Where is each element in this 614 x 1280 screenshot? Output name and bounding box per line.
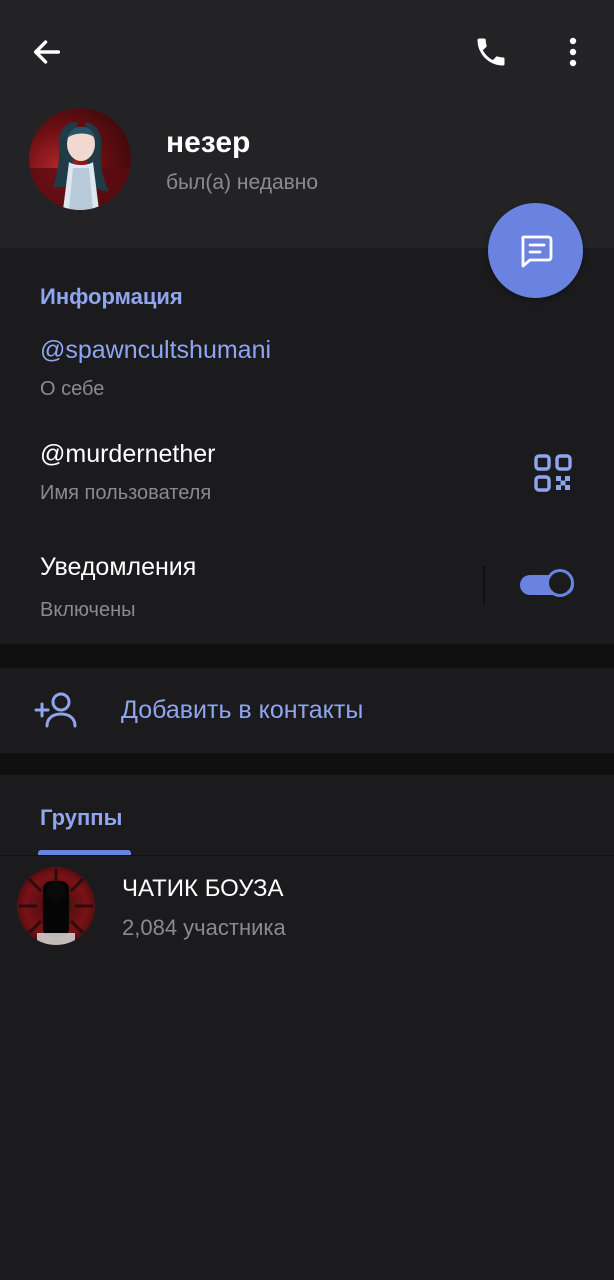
username-label: Имя пользователя: [40, 482, 212, 504]
more-vertical-icon: [569, 37, 577, 67]
notifications-toggle[interactable]: [520, 569, 578, 601]
phone-icon: [477, 38, 505, 66]
qr-code-button[interactable]: [532, 452, 574, 494]
section-gap-2: [0, 753, 614, 775]
message-button[interactable]: [488, 203, 583, 298]
group-members: 2,084 участника: [122, 915, 286, 940]
tab-groups[interactable]: Группы: [40, 805, 122, 831]
section-title-info: Информация: [40, 284, 183, 309]
add-contact-button[interactable]: Добавить в контакты: [0, 668, 614, 753]
list-item[interactable]: ЧАТИК БОУЗА 2,084 участника: [0, 863, 614, 951]
bio-label: О себе: [40, 378, 105, 400]
toggle-thumb: [546, 569, 574, 597]
info-section: Информация @spawncultshumani О себе @mur…: [0, 248, 614, 644]
add-user-icon: [34, 692, 77, 728]
call-button[interactable]: [466, 30, 516, 74]
notifications-state: Включены: [40, 599, 136, 621]
notifications-title[interactable]: Уведомления: [40, 553, 196, 582]
add-contact-label: Добавить в контакты: [121, 696, 364, 724]
avatar-image: [29, 122, 131, 210]
profile-name: незер: [166, 126, 251, 159]
back-button[interactable]: [22, 30, 72, 74]
more-button[interactable]: [552, 30, 594, 74]
avatar[interactable]: [29, 108, 131, 210]
qr-code-icon: [534, 454, 572, 492]
section-gap: [0, 644, 614, 668]
message-icon: [520, 235, 552, 267]
group-name: ЧАТИК БОУЗА: [122, 875, 284, 902]
group-avatar-image: [19, 869, 93, 945]
group-avatar: [17, 867, 95, 945]
arrow-left-icon: [33, 40, 61, 64]
bio-link[interactable]: @spawncultshumani: [40, 336, 271, 365]
username-value[interactable]: @murdernether: [40, 440, 215, 469]
tab-divider: [0, 855, 614, 856]
groups-section: Группы ЧАТИК БОУЗА 2,084 участника: [0, 775, 614, 1280]
divider: [483, 566, 485, 604]
profile-status: был(а) недавно: [166, 171, 319, 194]
profile-page: незер был(а) недавно Информация @spawncu…: [0, 0, 614, 1280]
